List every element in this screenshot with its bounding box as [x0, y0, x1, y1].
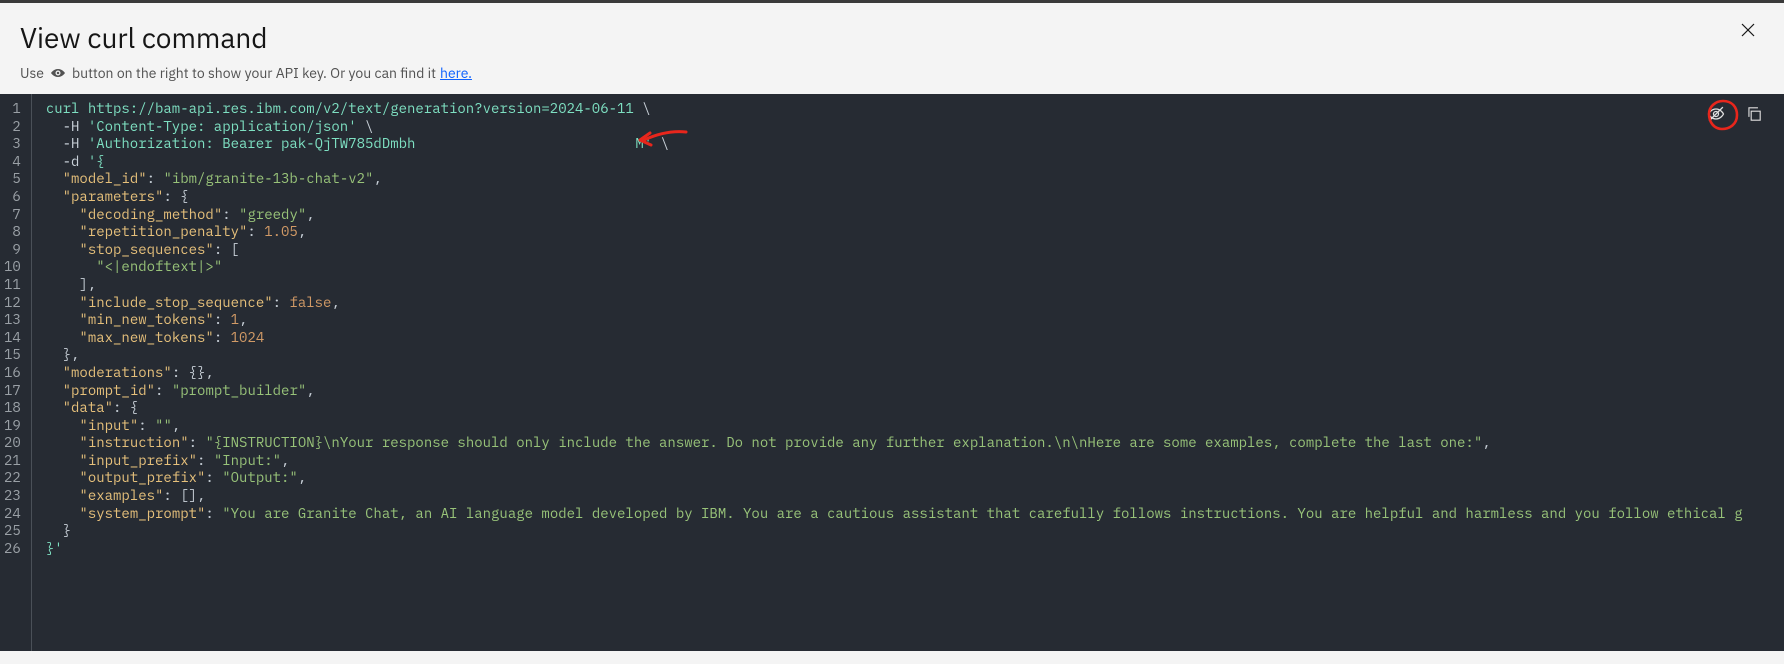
line-number: 2: [4, 118, 21, 136]
line-number: 4: [4, 153, 21, 171]
code-line: "model_id": "ibm/granite-13b-chat-v2",: [46, 170, 1784, 188]
line-number: 20: [4, 434, 21, 452]
line-number: 15: [4, 346, 21, 364]
line-number: 26: [4, 540, 21, 558]
line-number: 7: [4, 206, 21, 224]
code-line: "input_prefix": "Input:",: [46, 452, 1784, 470]
line-number: 6: [4, 188, 21, 206]
show-api-key-button[interactable]: [1702, 102, 1730, 130]
line-number: 19: [4, 417, 21, 435]
line-number: 3: [4, 135, 21, 153]
code-action-bar: [1702, 102, 1768, 130]
modal-subtitle: Use button on the right to show your API…: [20, 64, 1764, 82]
code-line: "moderations": {},: [46, 364, 1784, 382]
line-number: 8: [4, 223, 21, 241]
line-number: 1: [4, 100, 21, 118]
line-number: 18: [4, 399, 21, 417]
subtitle-mid: button on the right to show your API key…: [72, 64, 436, 82]
line-number: 13: [4, 311, 21, 329]
eye-off-icon: [1706, 104, 1726, 129]
line-number: 11: [4, 276, 21, 294]
line-number: 5: [4, 170, 21, 188]
line-number-gutter: 1234567891011121314151617181920212223242…: [0, 94, 31, 651]
line-number: 22: [4, 469, 21, 487]
code-line: "parameters": {: [46, 188, 1784, 206]
modal-header: View curl command Use button on the righ…: [0, 3, 1784, 94]
code-line: "repetition_penalty": 1.05,: [46, 223, 1784, 241]
line-number: 12: [4, 294, 21, 312]
code-line: "min_new_tokens": 1,: [46, 311, 1784, 329]
code-line: -H 'Authorization: Bearer pak-QjTW785dDm…: [46, 135, 1784, 153]
code-line: "<|endoftext|>": [46, 258, 1784, 276]
subtitle-prefix: Use: [20, 64, 44, 82]
code-line: "system_prompt": "You are Granite Chat, …: [46, 505, 1784, 523]
code-line: "data": {: [46, 399, 1784, 417]
code-line: "stop_sequences": [: [46, 241, 1784, 259]
code-line: }: [46, 522, 1784, 540]
code-line: -H 'Content-Type: application/json' \: [46, 118, 1784, 136]
code-line: -d '{: [46, 153, 1784, 171]
code-line: "input": "",: [46, 417, 1784, 435]
code-line: "examples": [],: [46, 487, 1784, 505]
code-line: "include_stop_sequence": false,: [46, 294, 1784, 312]
line-number: 21: [4, 452, 21, 470]
code-line: "instruction": "{INSTRUCTION}\nYour resp…: [46, 434, 1784, 452]
code-line: ],: [46, 276, 1784, 294]
eye-icon: [50, 65, 66, 81]
line-number: 9: [4, 241, 21, 259]
code-line: },: [46, 346, 1784, 364]
line-number: 25: [4, 522, 21, 540]
close-icon: [1740, 20, 1756, 43]
close-button[interactable]: [1736, 19, 1760, 43]
here-link[interactable]: here.: [440, 64, 472, 82]
line-number: 17: [4, 382, 21, 400]
code-line: "output_prefix": "Output:",: [46, 469, 1784, 487]
copy-button[interactable]: [1740, 102, 1768, 130]
modal-title: View curl command: [20, 19, 1764, 56]
line-number: 14: [4, 329, 21, 347]
code-line: "prompt_id": "prompt_builder",: [46, 382, 1784, 400]
line-number: 23: [4, 487, 21, 505]
copy-icon: [1745, 105, 1763, 128]
code-line: }': [46, 540, 1784, 558]
code-content[interactable]: curl https://bam-api.res.ibm.com/v2/text…: [31, 94, 1784, 651]
code-line: curl https://bam-api.res.ibm.com/v2/text…: [46, 100, 1784, 118]
line-number: 16: [4, 364, 21, 382]
code-line: "decoding_method": "greedy",: [46, 206, 1784, 224]
code-block: 1234567891011121314151617181920212223242…: [0, 94, 1784, 651]
line-number: 10: [4, 258, 21, 276]
code-line: "max_new_tokens": 1024: [46, 329, 1784, 347]
line-number: 24: [4, 505, 21, 523]
